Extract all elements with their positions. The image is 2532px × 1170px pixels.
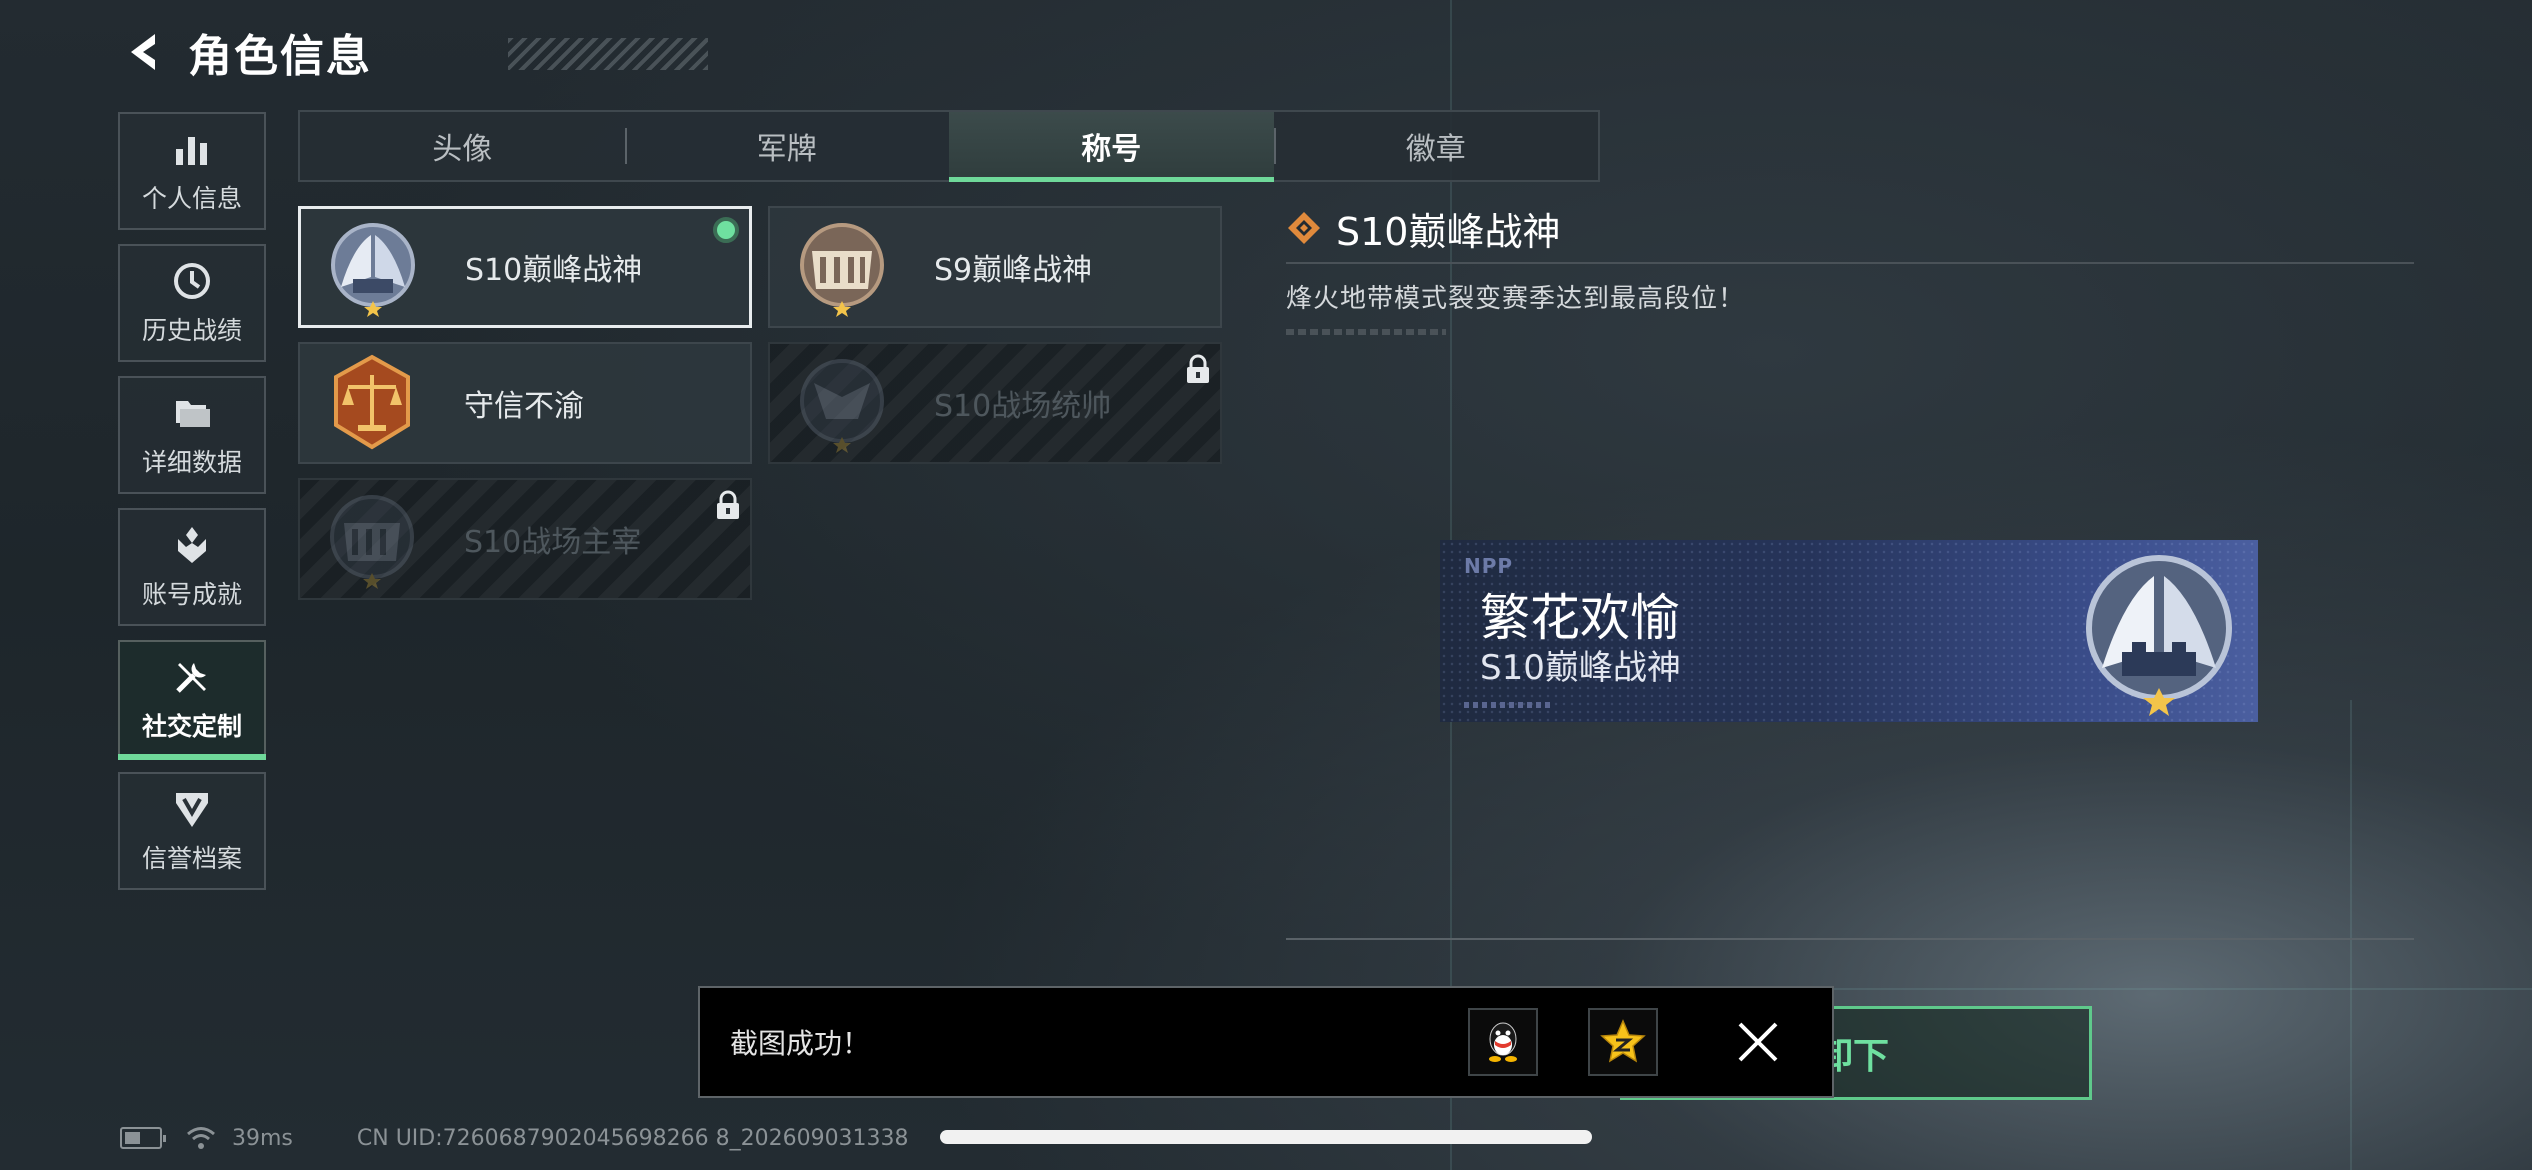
close-icon (1738, 1022, 1778, 1062)
qzone-star-icon (1600, 1019, 1646, 1063)
side-item-label: 历史战绩 (141, 316, 242, 345)
folder-icon (170, 391, 214, 435)
scales-emblem (322, 353, 422, 453)
chevron-left-icon (131, 34, 155, 70)
side-item-label: 信誉档案 (141, 844, 242, 873)
colosseum-bronze-emblem (792, 217, 892, 317)
nameplate-preview: NPP 繁花欢愉 S10巅峰战神 (1440, 540, 2258, 722)
peak-god-emblem (2086, 555, 2232, 716)
tools-icon (170, 655, 214, 699)
header-decoration (508, 38, 708, 70)
commander-emblem (792, 353, 892, 453)
home-indicator[interactable] (940, 1130, 1592, 1144)
side-item-personal-info[interactable]: 个人信息 (118, 112, 266, 230)
title-name: S10巅峰战神 (465, 253, 643, 288)
title-card-s10-peak-god[interactable]: S10巅峰战神 (298, 206, 752, 328)
header: 角色信息 (118, 22, 708, 82)
share-qq-button[interactable] (1468, 1008, 1538, 1076)
side-item-label: 详细数据 (141, 448, 242, 477)
tab-dogtag[interactable]: 军牌 (624, 112, 950, 180)
clock-icon (170, 259, 214, 303)
ping-value: 39ms (232, 1125, 293, 1151)
wifi-icon (187, 1127, 215, 1149)
lock-icon (1187, 354, 1209, 383)
equipped-indicator (713, 217, 739, 243)
side-item-social-custom[interactable]: 社交定制 (118, 640, 266, 760)
tab-bar: 头像 军牌 称号 徽章 (298, 110, 1600, 182)
side-item-detailed-data[interactable]: 详细数据 (118, 376, 266, 494)
divider (1286, 938, 2414, 940)
title-detail-panel: S10巅峰战神 烽火地带模式裂变赛季达到最高段位！ (1286, 200, 2414, 335)
achievement-icon (170, 523, 214, 567)
side-item-label: 社交定制 (141, 712, 242, 741)
share-qzone-button[interactable] (1588, 1008, 1658, 1076)
status-bar: 39ms CN UID:7260687902045698266 8_202609… (120, 1120, 909, 1156)
battery-icon (120, 1127, 166, 1149)
tab-title[interactable]: 称号 (949, 112, 1274, 182)
decorative-dots (1286, 329, 1446, 335)
detail-description: 烽火地带模式裂变赛季达到最高段位！ (1286, 284, 1746, 314)
lock-icon (717, 490, 739, 519)
tab-avatar[interactable]: 头像 (300, 112, 625, 180)
tab-badge[interactable]: 徽章 (1273, 112, 1599, 180)
title-card-s10-dominator[interactable]: S10战场主宰 (298, 478, 752, 600)
nameplate-decoration (1464, 702, 1554, 708)
colosseum-emblem (322, 489, 422, 589)
side-item-label: 账号成就 (141, 580, 242, 609)
diamond-icon (1288, 212, 1320, 244)
side-item-credit[interactable]: 信誉档案 (118, 772, 266, 890)
title-card-s10-commander[interactable]: S10战场统帅 (768, 342, 1222, 464)
title-card-trustworthy[interactable]: 守信不渝 (298, 342, 752, 464)
toast-message: 截图成功！ (730, 1027, 871, 1060)
title-name: S10战场统帅 (934, 389, 1112, 424)
player-uid: CN UID:7260687902045698266 8_20260903133… (356, 1125, 909, 1151)
divider (1286, 262, 2414, 264)
screenshot-toast: 截图成功！ (698, 986, 1834, 1098)
bar-chart-icon (170, 127, 214, 171)
side-item-achievements[interactable]: 账号成就 (118, 508, 266, 626)
credit-shield-icon (170, 787, 214, 831)
detail-title: S10巅峰战神 (1336, 209, 1561, 254)
title-name: 守信不渝 (464, 389, 584, 424)
nameplate-logo: NPP (1464, 554, 1514, 578)
page-title: 角色信息 (188, 31, 372, 82)
nameplate-title: S10巅峰战神 (1480, 648, 1681, 688)
title-name: S10战场主宰 (464, 525, 642, 560)
side-menu: 个人信息 历史战绩 详细数据 账号成就 社交定制 信誉档案 (118, 112, 266, 904)
side-item-history[interactable]: 历史战绩 (118, 244, 266, 362)
qq-penguin-icon (1489, 1022, 1517, 1062)
side-item-label: 个人信息 (141, 184, 242, 213)
peak-god-emblem (323, 217, 423, 317)
grid-line (2350, 700, 2352, 1170)
title-name: S9巅峰战神 (934, 253, 1093, 288)
back-button[interactable] (118, 22, 168, 82)
title-card-s9-peak-god[interactable]: S9巅峰战神 (768, 206, 1222, 328)
toast-close-button[interactable] (1728, 1012, 1788, 1072)
detail-title-row: S10巅峰战神 (1286, 200, 2414, 256)
